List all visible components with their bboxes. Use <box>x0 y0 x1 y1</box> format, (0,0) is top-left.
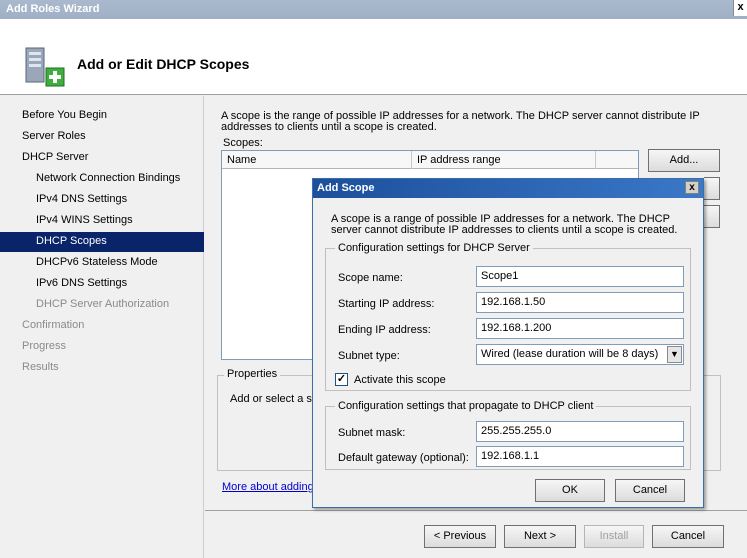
starting-ip-label: Starting IP address: <box>338 298 435 310</box>
dialog-title: Add Scope <box>317 182 375 194</box>
nav-item-results: Results <box>22 361 59 373</box>
wizard-nav: Before You Begin Server Roles DHCP Serve… <box>0 96 204 558</box>
scope-name-label: Scope name: <box>338 272 403 284</box>
wizard-header: Add or Edit DHCP Scopes <box>0 19 747 95</box>
ending-ip-input[interactable]: 192.168.1.200 <box>476 318 684 339</box>
nav-item-before-you-begin[interactable]: Before You Begin <box>0 106 204 126</box>
add-roles-wizard-window: Add Roles Wizard x Add or Edit DHCP Scop… <box>0 0 747 558</box>
install-button: Install <box>584 525 644 548</box>
close-icon[interactable]: x <box>733 0 747 16</box>
previous-button[interactable]: < Previous <box>424 525 496 548</box>
nav-item-confirmation: Confirmation <box>22 319 85 331</box>
subnet-type-select[interactable]: Wired (lease duration will be 8 days) ▼ <box>476 344 684 365</box>
edit-scope-button[interactable] <box>704 177 720 200</box>
dialog-close-icon[interactable]: x <box>685 181 699 194</box>
subnet-type-value: Wired (lease duration will be 8 days) <box>481 348 659 360</box>
nav-item-dhcpv6-stateless-mode[interactable]: DHCPv6 Stateless Mode <box>0 253 204 273</box>
activate-scope-checkbox[interactable]: ✓ <box>335 373 348 386</box>
page-title: Add or Edit DHCP Scopes <box>77 56 250 72</box>
scopes-label: Scopes: <box>223 137 263 149</box>
chevron-down-icon[interactable]: ▼ <box>667 346 682 363</box>
nav-item-server-roles[interactable]: Server Roles <box>0 127 204 147</box>
more-about-adding-link[interactable]: More about adding <box>222 481 314 493</box>
window-title: Add Roles Wizard <box>6 3 100 15</box>
nav-item-progress: Progress <box>22 340 67 352</box>
subnet-mask-input[interactable]: 255.255.255.0 <box>476 421 684 442</box>
scopes-list-header: Name IP address range <box>222 151 638 169</box>
column-header-extra[interactable] <box>596 151 638 169</box>
properties-label: Properties <box>224 368 281 380</box>
ending-ip-label: Ending IP address: <box>338 324 431 336</box>
dialog-titlebar: Add Scope x <box>313 179 703 198</box>
ok-button[interactable]: OK <box>535 479 605 502</box>
nav-item-dhcp-server-authorization: DHCP Server Authorization <box>36 298 170 310</box>
next-button[interactable]: Next > <box>504 525 576 548</box>
starting-ip-input[interactable]: 192.168.1.50 <box>476 292 684 313</box>
scope-description: A scope is the range of possible IP addr… <box>221 110 700 133</box>
footer-separator <box>205 510 747 511</box>
cancel-button[interactable]: Cancel <box>652 525 724 548</box>
nav-item-dhcp-scopes[interactable]: DHCP Scopes <box>0 232 204 252</box>
nav-item-ipv6-dns-settings[interactable]: IPv6 DNS Settings <box>0 274 204 294</box>
nav-item-ipv4-dns-settings[interactable]: IPv4 DNS Settings <box>0 190 204 210</box>
delete-scope-button[interactable] <box>704 205 720 228</box>
subnet-mask-label: Subnet mask: <box>338 427 406 439</box>
column-header-ip-range[interactable]: IP address range <box>412 151 596 169</box>
server-add-icon <box>25 47 65 87</box>
activate-scope-label: Activate this scope <box>354 374 446 386</box>
add-scope-dialog: Add Scope x A scope is a range of possib… <box>312 178 704 508</box>
dhcp-client-config-label: Configuration settings that propagate to… <box>335 400 597 412</box>
properties-text: Add or select a sc <box>230 393 318 405</box>
subnet-type-label: Subnet type: <box>338 350 400 362</box>
nav-item-dhcp-server[interactable]: DHCP Server <box>0 148 204 168</box>
dialog-description: A scope is a range of possible IP addres… <box>331 213 678 236</box>
scope-name-input[interactable]: Scope1 <box>476 266 684 287</box>
column-header-name[interactable]: Name <box>222 151 412 169</box>
nav-item-ipv4-wins-settings[interactable]: IPv4 WINS Settings <box>0 211 204 231</box>
default-gateway-input[interactable]: 192.168.1.1 <box>476 446 684 467</box>
window-titlebar: Add Roles Wizard x <box>0 0 747 19</box>
nav-item-network-connection-bindings[interactable]: Network Connection Bindings <box>0 169 204 189</box>
default-gateway-label: Default gateway (optional): <box>338 452 469 464</box>
dhcp-server-config-label: Configuration settings for DHCP Server <box>335 242 533 254</box>
add-scope-button[interactable]: Add... <box>648 149 720 172</box>
dialog-cancel-button[interactable]: Cancel <box>615 479 685 502</box>
